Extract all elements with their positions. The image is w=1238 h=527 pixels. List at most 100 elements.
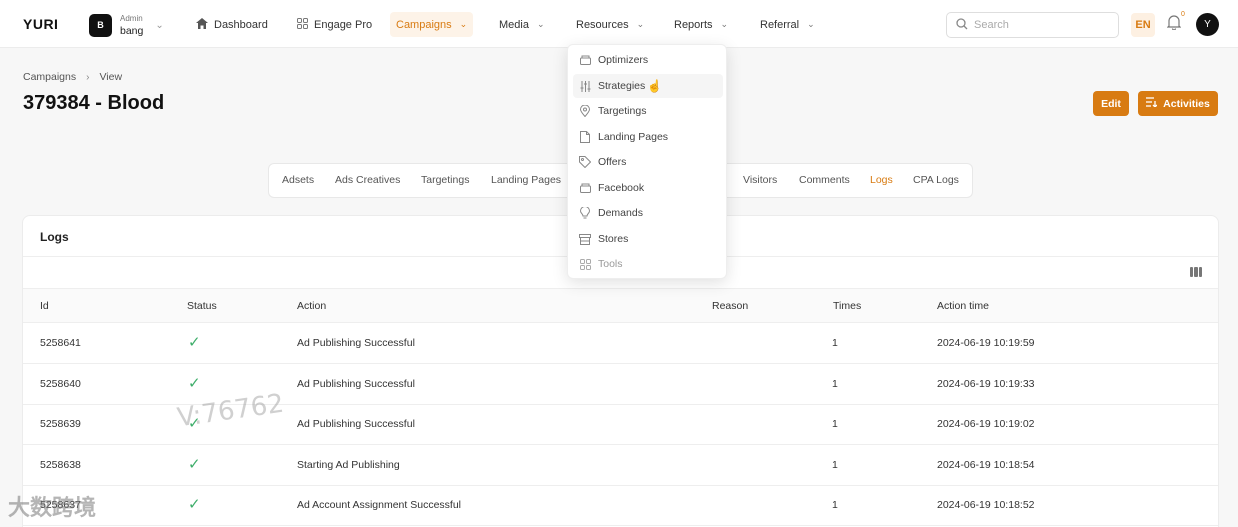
menu-item-label: Tools: [598, 258, 623, 270]
table-row[interactable]: 5258640 ✓ Ad Publishing Successful 1 202…: [23, 364, 1218, 405]
cell-id: 5258640: [40, 378, 81, 390]
cell-action: Ad Publishing Successful: [297, 378, 415, 390]
chevron-down-icon: ⌄: [155, 19, 164, 31]
check-icon: ✓: [188, 496, 201, 513]
cell-id: 5258638: [40, 459, 81, 471]
column-header[interactable]: Action: [297, 300, 326, 312]
pin-icon: [579, 105, 591, 117]
user-avatar[interactable]: Y: [1196, 13, 1219, 36]
check-icon: ✓: [188, 375, 201, 392]
cell-time: 2024-06-19 10:18:54: [937, 459, 1035, 471]
menu-item-optimizers[interactable]: Optimizers: [573, 48, 723, 72]
language-switcher[interactable]: EN: [1131, 13, 1155, 37]
nav-engage-pro[interactable]: Engage Pro: [291, 12, 378, 37]
menu-item-label: Landing Pages: [598, 131, 669, 143]
tab-ads-creatives[interactable]: Ads Creatives: [335, 174, 400, 186]
column-header[interactable]: Reason: [712, 300, 748, 312]
menu-item-label: Facebook: [598, 182, 645, 194]
columns-icon[interactable]: [1190, 267, 1202, 277]
breadcrumb-root[interactable]: Campaigns: [23, 71, 76, 83]
column-header[interactable]: Action time: [937, 300, 989, 312]
resources-dropdown: Optimizers Strategies ☝ Targetings Landi…: [567, 44, 727, 279]
nav-campaigns[interactable]: Campaigns ⌄: [390, 12, 474, 37]
menu-item-label: Optimizers: [598, 54, 649, 66]
cell-times: 1: [832, 337, 838, 349]
menu-item-strategies[interactable]: Strategies ☝: [573, 74, 723, 98]
breadcrumb-current: View: [99, 71, 123, 83]
cell-id: 5258641: [40, 337, 81, 349]
cell-time: 2024-06-19 10:19:33: [937, 378, 1035, 390]
watermark: 大数跨境: [8, 496, 97, 521]
brand-logo[interactable]: YURI: [23, 16, 58, 32]
table-row[interactable]: 5258638 ✓ Starting Ad Publishing 1 2024-…: [23, 445, 1218, 486]
menu-item-demands[interactable]: Demands: [573, 201, 723, 225]
account-name: bang: [120, 25, 144, 37]
nav-referral[interactable]: Referral ⌄: [754, 12, 821, 37]
nav-media[interactable]: Media ⌄: [493, 12, 551, 37]
cell-times: 1: [832, 418, 838, 430]
nav-label: Resources: [576, 18, 629, 31]
column-header[interactable]: Times: [833, 300, 861, 312]
account-role: Admin: [120, 14, 143, 23]
nav-label: Engage Pro: [314, 18, 373, 31]
tab-visitors[interactable]: Visitors: [743, 174, 777, 186]
sliders-icon: [579, 80, 591, 92]
chevron-down-icon: ⌄: [636, 19, 645, 29]
menu-item-facebook[interactable]: Facebook: [573, 176, 723, 200]
nav-label: Dashboard: [214, 18, 268, 31]
account-switcher[interactable]: B Admin bang ⌄: [89, 13, 164, 37]
activities-button[interactable]: Activities: [1138, 91, 1218, 116]
cell-times: 1: [832, 459, 838, 471]
search-input[interactable]: [974, 19, 1104, 31]
nav-label: Reports: [674, 18, 713, 31]
table-row[interactable]: 5258641 ✓ Ad Publishing Successful 1 202…: [23, 323, 1218, 364]
tab-comments[interactable]: Comments: [799, 174, 850, 186]
box-icon: [579, 182, 591, 194]
activities-label: Activities: [1163, 97, 1210, 110]
search-box: [946, 12, 1119, 38]
column-header[interactable]: Status: [187, 300, 217, 312]
nav-dashboard[interactable]: Dashboard: [190, 12, 274, 37]
menu-item-tools[interactable]: Tools: [573, 252, 723, 276]
box-icon: [579, 54, 591, 66]
tab-landing-pages[interactable]: Landing Pages: [491, 174, 561, 186]
menu-item-targetings[interactable]: Targetings: [573, 99, 723, 123]
cell-action: Starting Ad Publishing: [297, 459, 400, 471]
table-header: Id Status Action Reason Times Action tim…: [23, 288, 1218, 323]
menu-item-landing-pages[interactable]: Landing Pages: [573, 125, 723, 149]
menu-item-label: Strategies: [598, 80, 646, 92]
chevron-right-icon: ›: [86, 71, 90, 83]
chevron-down-icon: ⌄: [536, 19, 545, 29]
cell-id: 5258639: [40, 418, 81, 430]
menu-item-label: Demands: [598, 207, 643, 219]
tag-icon: [579, 156, 591, 168]
column-header[interactable]: Id: [40, 300, 49, 312]
check-icon: ✓: [188, 334, 201, 351]
nav-reports[interactable]: Reports ⌄: [668, 12, 734, 37]
grid-icon: [297, 17, 308, 32]
chevron-down-icon: ⌄: [807, 19, 815, 29]
nav-resources[interactable]: Resources ⌄: [570, 12, 650, 37]
cell-action: Ad Publishing Successful: [297, 418, 415, 430]
list-icon: [1146, 97, 1158, 110]
table-row[interactable]: 5258637 ✓ Ad Account Assignment Successf…: [23, 485, 1218, 526]
notifications-button[interactable]: 0: [1166, 11, 1185, 34]
tab-cpa-logs[interactable]: CPA Logs: [913, 174, 959, 186]
menu-item-stores[interactable]: Stores: [573, 227, 723, 251]
notification-count: 0: [1181, 11, 1185, 18]
menu-item-offers[interactable]: Offers: [573, 150, 723, 174]
edit-button[interactable]: Edit: [1093, 91, 1129, 116]
top-nav: YURI B Admin bang ⌄ Dashboard Engage Pro…: [0, 0, 1238, 48]
cell-action: Ad Publishing Successful: [297, 337, 415, 349]
cell-times: 1: [832, 378, 838, 390]
cell-time: 2024-06-19 10:18:52: [937, 499, 1035, 511]
page-title: 379384 - Blood: [23, 92, 165, 114]
tab-targetings[interactable]: Targetings: [421, 174, 469, 186]
tab-logs[interactable]: Logs: [870, 174, 893, 186]
cell-times: 1: [832, 499, 838, 511]
tab-adsets[interactable]: Adsets: [282, 174, 314, 186]
breadcrumb: Campaigns › View: [23, 71, 122, 83]
chevron-down-icon: ⌄: [720, 19, 729, 29]
home-icon: [196, 17, 208, 32]
bell-icon: [1166, 15, 1182, 33]
